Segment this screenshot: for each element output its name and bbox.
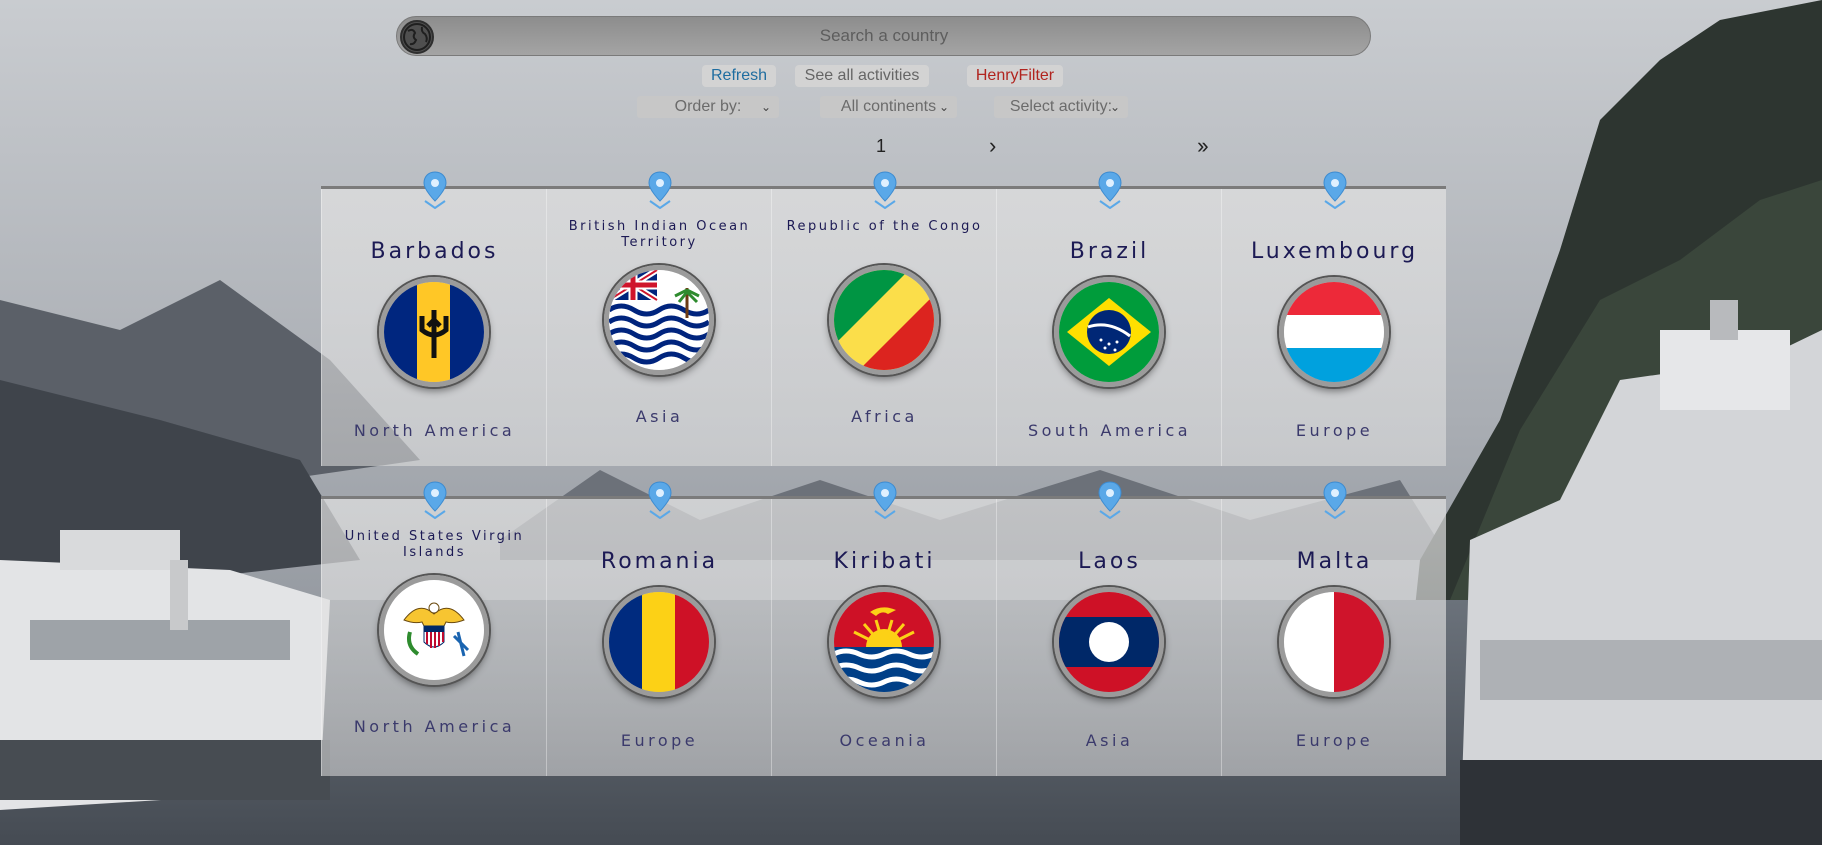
kiribati-flag-icon bbox=[829, 587, 939, 697]
continent-select[interactable]: All continents ⌄ bbox=[820, 96, 957, 118]
map-pin-icon bbox=[873, 481, 897, 519]
henry-filter-button[interactable]: HenryFilter bbox=[967, 65, 1063, 87]
map-pin-icon bbox=[1098, 171, 1122, 209]
search-input[interactable] bbox=[439, 17, 1329, 55]
see-all-activities-button[interactable]: See all activities bbox=[795, 65, 929, 87]
next-page-button[interactable]: › bbox=[989, 133, 996, 159]
country-card[interactable]: Luxembourg Europe bbox=[1221, 171, 1446, 466]
continent-label: Oceania bbox=[839, 731, 930, 750]
british-indian-ocean-territory-flag-icon bbox=[604, 265, 714, 375]
continent-label: Asia bbox=[635, 407, 684, 426]
globe-icon bbox=[400, 20, 434, 54]
map-pin-icon bbox=[1323, 481, 1347, 519]
country-name: Barbados bbox=[370, 239, 499, 264]
order-by-select[interactable]: Order by: ⌄ bbox=[637, 96, 779, 118]
map-pin-icon bbox=[423, 171, 447, 209]
romania-flag-icon bbox=[604, 587, 714, 697]
continent-label: North America bbox=[353, 717, 516, 736]
country-name: Brazil bbox=[1069, 239, 1150, 264]
country-card[interactable]: Kiribati Oceania bbox=[771, 481, 996, 776]
page-number[interactable]: 1 bbox=[876, 136, 886, 157]
country-card[interactable]: Laos Asia bbox=[996, 481, 1221, 776]
country-card[interactable]: Brazil South America bbox=[996, 171, 1221, 466]
last-page-button[interactable]: ›› bbox=[1197, 133, 1209, 159]
chevron-down-icon: ⌄ bbox=[1109, 100, 1120, 114]
continent-label: Europe bbox=[1295, 421, 1374, 440]
country-name: Republic of the Congo bbox=[786, 219, 983, 234]
map-pin-icon bbox=[423, 481, 447, 519]
map-pin-icon bbox=[648, 481, 672, 519]
activity-label: Select activity: bbox=[1009, 98, 1113, 115]
continent-label: North America bbox=[353, 421, 516, 440]
country-grid: Barbados North America British Indian Oc… bbox=[321, 171, 1446, 806]
laos-flag-icon bbox=[1054, 587, 1164, 697]
map-pin-icon bbox=[648, 171, 672, 209]
barbados-flag-icon bbox=[379, 277, 489, 387]
search-bar bbox=[396, 16, 1371, 56]
country-row: United States Virgin Islands North Ameri… bbox=[321, 481, 1446, 776]
congo-flag-icon bbox=[829, 265, 939, 375]
brazil-flag-icon bbox=[1054, 277, 1164, 387]
country-name: Malta bbox=[1296, 549, 1373, 574]
map-pin-icon bbox=[873, 171, 897, 209]
continent-label: Asia bbox=[1085, 731, 1134, 750]
chevron-down-icon: ⌄ bbox=[760, 100, 771, 114]
continent-label: South America bbox=[1027, 421, 1192, 440]
country-name: Luxembourg bbox=[1250, 239, 1419, 264]
country-card[interactable]: Republic of the Congo Africa bbox=[771, 171, 996, 466]
map-pin-icon bbox=[1098, 481, 1122, 519]
country-name: United States Virgin Islands bbox=[344, 529, 525, 560]
continent-label: Africa bbox=[851, 407, 918, 426]
country-name: Kiribati bbox=[833, 549, 936, 574]
chevron-down-icon: ⌄ bbox=[938, 100, 949, 114]
usvi-flag-icon bbox=[379, 575, 489, 685]
malta-flag-icon bbox=[1279, 587, 1389, 697]
country-card[interactable]: Malta Europe bbox=[1221, 481, 1446, 776]
continent-label: Europe bbox=[1295, 731, 1374, 750]
luxembourg-flag-icon bbox=[1279, 277, 1389, 387]
country-row: Barbados North America British Indian Oc… bbox=[321, 171, 1446, 466]
country-name: British Indian Ocean Territory bbox=[568, 219, 751, 250]
country-card[interactable]: United States Virgin Islands North Ameri… bbox=[321, 481, 546, 776]
country-card[interactable]: British Indian Ocean Territory Asia bbox=[546, 171, 771, 466]
country-card[interactable]: Barbados North America bbox=[321, 171, 546, 466]
continent-label: All continents bbox=[840, 98, 937, 115]
activity-select[interactable]: Select activity: ⌄ bbox=[994, 96, 1128, 118]
country-name: Laos bbox=[1078, 549, 1141, 574]
order-by-label: Order by: bbox=[674, 98, 742, 115]
country-name: Romania bbox=[600, 549, 719, 574]
refresh-button[interactable]: Refresh bbox=[702, 65, 776, 87]
map-pin-icon bbox=[1323, 171, 1347, 209]
country-card[interactable]: Romania Europe bbox=[546, 481, 771, 776]
continent-label: Europe bbox=[620, 731, 699, 750]
